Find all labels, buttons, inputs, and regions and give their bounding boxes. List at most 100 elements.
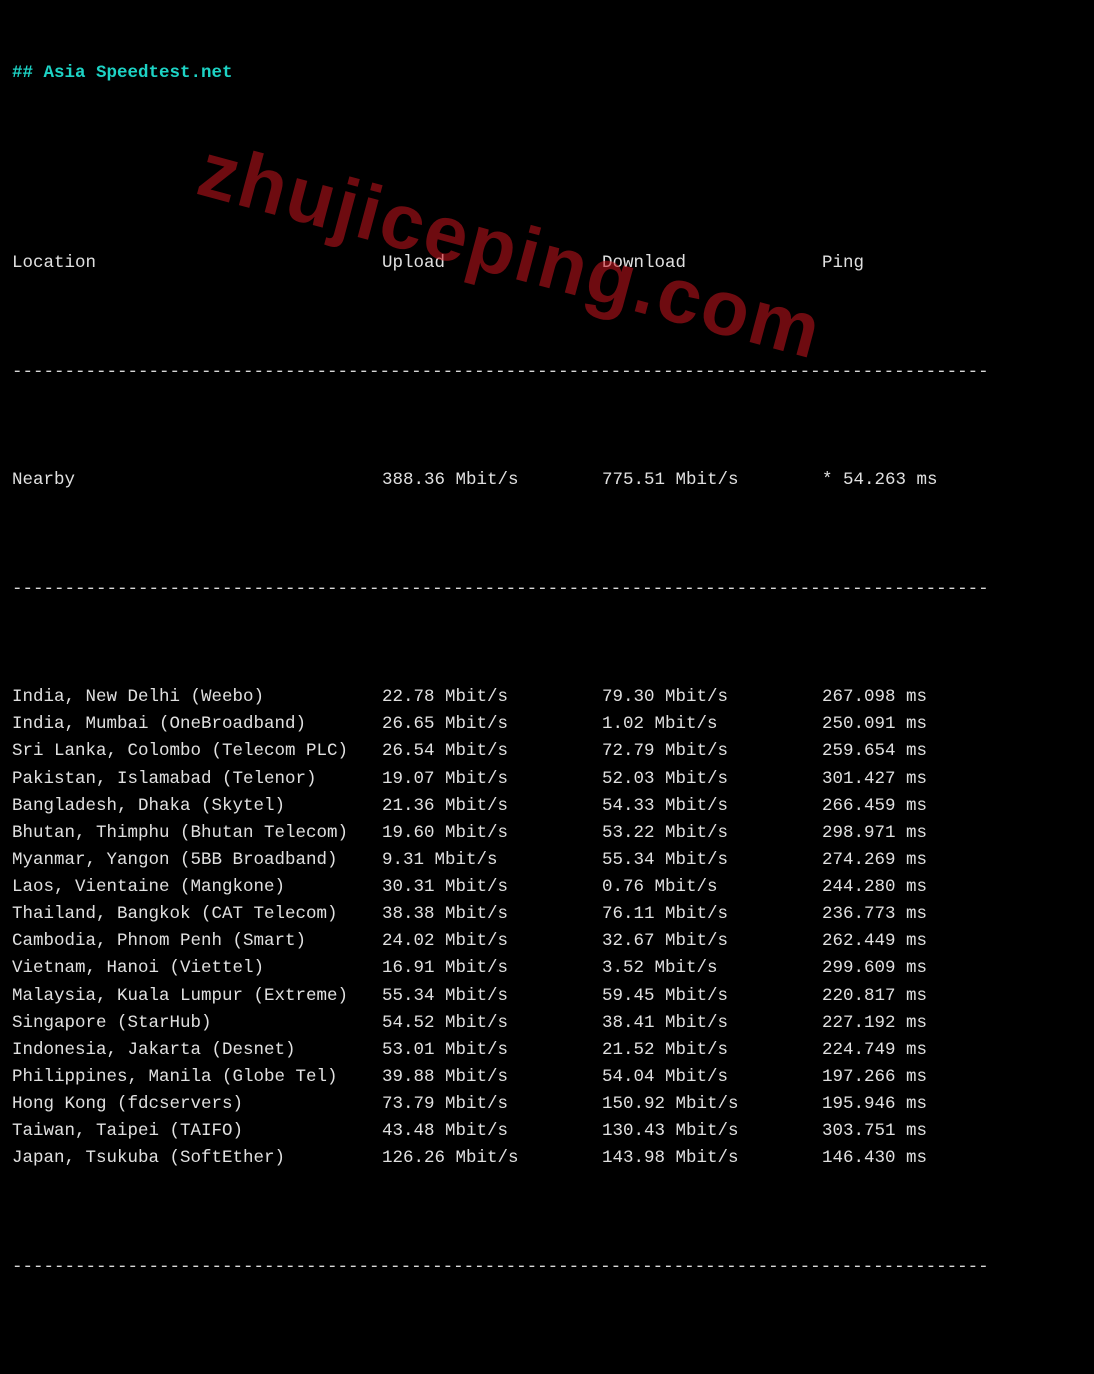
- cell-upload: 54.52 Mbit/s: [382, 1010, 602, 1037]
- cell-location: Singapore (StarHub): [12, 1010, 382, 1037]
- cell-location: India, Mumbai (OneBroadband): [12, 711, 382, 738]
- cell-location: Indonesia, Jakarta (Desnet): [12, 1037, 382, 1064]
- table-row: Bangladesh, Dhaka (Skytel)21.36 Mbit/s54…: [12, 793, 1082, 820]
- nearby-location: Nearby: [12, 467, 382, 494]
- table-row: Japan, Tsukuba (SoftEther)126.26 Mbit/s1…: [12, 1145, 1082, 1172]
- cell-ping: 301.427 ms: [822, 766, 1042, 793]
- cell-ping: 244.280 ms: [822, 874, 1042, 901]
- cell-ping: 195.946 ms: [822, 1091, 1042, 1118]
- cell-location: Philippines, Manila (Globe Tel): [12, 1064, 382, 1091]
- cell-ping: 299.609 ms: [822, 955, 1042, 982]
- cell-download: 21.52 Mbit/s: [602, 1037, 822, 1064]
- table-header-row: Location Upload Download Ping: [12, 250, 1082, 277]
- cell-location: Myanmar, Yangon (5BB Broadband): [12, 847, 382, 874]
- cell-location: Pakistan, Islamabad (Telenor): [12, 766, 382, 793]
- cell-download: 54.33 Mbit/s: [602, 793, 822, 820]
- cell-download: 76.11 Mbit/s: [602, 901, 822, 928]
- table-row: Indonesia, Jakarta (Desnet)53.01 Mbit/s2…: [12, 1037, 1082, 1064]
- table-row: Myanmar, Yangon (5BB Broadband)9.31 Mbit…: [12, 847, 1082, 874]
- cell-upload: 19.07 Mbit/s: [382, 766, 602, 793]
- table-row: Vietnam, Hanoi (Viettel)16.91 Mbit/s3.52…: [12, 955, 1082, 982]
- cell-download: 143.98 Mbit/s: [602, 1145, 822, 1172]
- cell-location: Thailand, Bangkok (CAT Telecom): [12, 901, 382, 928]
- blank-line: [12, 142, 1082, 169]
- cell-upload: 43.48 Mbit/s: [382, 1118, 602, 1145]
- cell-location: Bangladesh, Dhaka (Skytel): [12, 793, 382, 820]
- cell-download: 150.92 Mbit/s: [602, 1091, 822, 1118]
- cell-download: 32.67 Mbit/s: [602, 928, 822, 955]
- cell-ping: 220.817 ms: [822, 983, 1042, 1010]
- cell-upload: 30.31 Mbit/s: [382, 874, 602, 901]
- cell-ping: 224.749 ms: [822, 1037, 1042, 1064]
- cell-upload: 19.60 Mbit/s: [382, 820, 602, 847]
- cell-location: Japan, Tsukuba (SoftEther): [12, 1145, 382, 1172]
- cell-ping: 236.773 ms: [822, 901, 1042, 928]
- cell-download: 72.79 Mbit/s: [602, 738, 822, 765]
- cell-ping: 267.098 ms: [822, 684, 1042, 711]
- table-row: India, Mumbai (OneBroadband)26.65 Mbit/s…: [12, 711, 1082, 738]
- cell-download: 79.30 Mbit/s: [602, 684, 822, 711]
- cell-upload: 22.78 Mbit/s: [382, 684, 602, 711]
- cell-location: India, New Delhi (Weebo): [12, 684, 382, 711]
- cell-location: Cambodia, Phnom Penh (Smart): [12, 928, 382, 955]
- cell-ping: 266.459 ms: [822, 793, 1042, 820]
- cell-upload: 26.54 Mbit/s: [382, 738, 602, 765]
- cell-ping: 259.654 ms: [822, 738, 1042, 765]
- cell-upload: 16.91 Mbit/s: [382, 955, 602, 982]
- cell-download: 55.34 Mbit/s: [602, 847, 822, 874]
- table-row: Taiwan, Taipei (TAIFO)43.48 Mbit/s130.43…: [12, 1118, 1082, 1145]
- cell-upload: 39.88 Mbit/s: [382, 1064, 602, 1091]
- header-location: Location: [12, 250, 382, 277]
- cell-ping: 146.430 ms: [822, 1145, 1042, 1172]
- cell-download: 1.02 Mbit/s: [602, 711, 822, 738]
- cell-download: 0.76 Mbit/s: [602, 874, 822, 901]
- cell-ping: 298.971 ms: [822, 820, 1042, 847]
- cell-upload: 53.01 Mbit/s: [382, 1037, 602, 1064]
- cell-download: 130.43 Mbit/s: [602, 1118, 822, 1145]
- cell-upload: 55.34 Mbit/s: [382, 983, 602, 1010]
- header-upload: Upload: [382, 250, 602, 277]
- table-row: Bhutan, Thimphu (Bhutan Telecom)19.60 Mb…: [12, 820, 1082, 847]
- cell-location: Sri Lanka, Colombo (Telecom PLC): [12, 738, 382, 765]
- table-row: Singapore (StarHub)54.52 Mbit/s38.41 Mbi…: [12, 1010, 1082, 1037]
- table-row: Pakistan, Islamabad (Telenor)19.07 Mbit/…: [12, 766, 1082, 793]
- cell-download: 38.41 Mbit/s: [602, 1010, 822, 1037]
- cell-location: Bhutan, Thimphu (Bhutan Telecom): [12, 820, 382, 847]
- terminal-output: ## Asia Speedtest.net Location Upload Do…: [0, 0, 1094, 1374]
- cell-upload: 73.79 Mbit/s: [382, 1091, 602, 1118]
- table-row: Cambodia, Phnom Penh (Smart)24.02 Mbit/s…: [12, 928, 1082, 955]
- table-row: Hong Kong (fdcservers)73.79 Mbit/s150.92…: [12, 1091, 1082, 1118]
- cell-ping: 274.269 ms: [822, 847, 1042, 874]
- nearby-ping: * 54.263 ms: [822, 467, 1042, 494]
- cell-location: Vietnam, Hanoi (Viettel): [12, 955, 382, 982]
- cell-upload: 24.02 Mbit/s: [382, 928, 602, 955]
- cell-location: Hong Kong (fdcservers): [12, 1091, 382, 1118]
- divider-line: ----------------------------------------…: [12, 576, 1082, 603]
- cell-download: 52.03 Mbit/s: [602, 766, 822, 793]
- cell-ping: 197.266 ms: [822, 1064, 1042, 1091]
- nearby-row: Nearby 388.36 Mbit/s 775.51 Mbit/s * 54.…: [12, 467, 1082, 494]
- section-title: ## Asia Speedtest.net: [12, 60, 1082, 87]
- divider-line: ----------------------------------------…: [12, 359, 1082, 386]
- nearby-upload: 388.36 Mbit/s: [382, 467, 602, 494]
- table-row: Laos, Vientaine (Mangkone)30.31 Mbit/s0.…: [12, 874, 1082, 901]
- cell-location: Malaysia, Kuala Lumpur (Extreme): [12, 983, 382, 1010]
- cell-ping: 250.091 ms: [822, 711, 1042, 738]
- cell-location: Taiwan, Taipei (TAIFO): [12, 1118, 382, 1145]
- cell-upload: 26.65 Mbit/s: [382, 711, 602, 738]
- table-row: Malaysia, Kuala Lumpur (Extreme)55.34 Mb…: [12, 983, 1082, 1010]
- cell-upload: 126.26 Mbit/s: [382, 1145, 602, 1172]
- cell-ping: 227.192 ms: [822, 1010, 1042, 1037]
- cell-ping: 262.449 ms: [822, 928, 1042, 955]
- cell-location: Laos, Vientaine (Mangkone): [12, 874, 382, 901]
- table-row: Philippines, Manila (Globe Tel)39.88 Mbi…: [12, 1064, 1082, 1091]
- cell-download: 59.45 Mbit/s: [602, 983, 822, 1010]
- cell-upload: 9.31 Mbit/s: [382, 847, 602, 874]
- divider-line: ----------------------------------------…: [12, 1254, 1082, 1281]
- header-ping: Ping: [822, 250, 1042, 277]
- cell-download: 53.22 Mbit/s: [602, 820, 822, 847]
- nearby-download: 775.51 Mbit/s: [602, 467, 822, 494]
- cell-download: 54.04 Mbit/s: [602, 1064, 822, 1091]
- cell-upload: 21.36 Mbit/s: [382, 793, 602, 820]
- cell-download: 3.52 Mbit/s: [602, 955, 822, 982]
